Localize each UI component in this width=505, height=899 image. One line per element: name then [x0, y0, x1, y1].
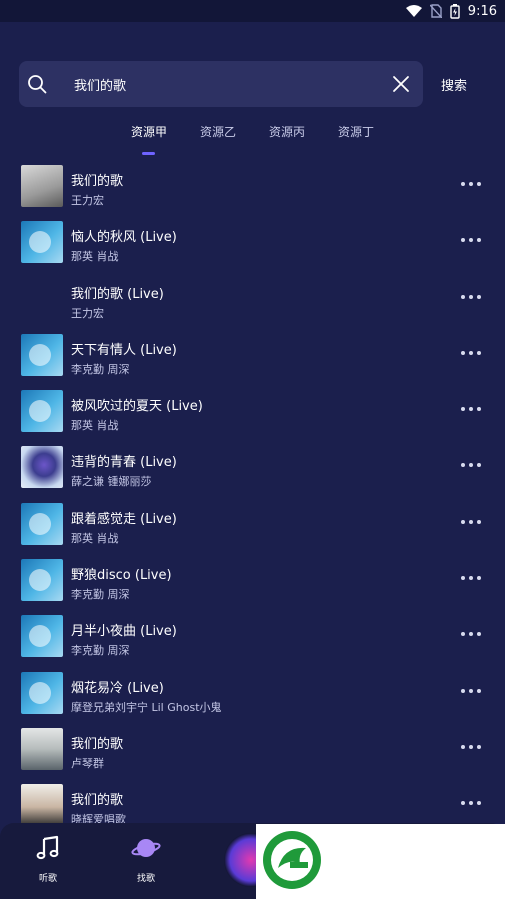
song-row[interactable]: 野狼disco (Live) 李克勤 周深: [0, 558, 505, 614]
album-cover: [21, 671, 63, 714]
search-field[interactable]: 我们的歌: [19, 61, 423, 107]
song-row[interactable]: 月半小夜曲 (Live) 李克勤 周深: [0, 614, 505, 670]
song-title: 天下有情人 (Live): [71, 342, 177, 358]
album-cover: [21, 446, 63, 489]
more-options-icon[interactable]: [461, 182, 481, 188]
song-title: 野狼disco (Live): [71, 568, 172, 584]
status-bar: 9:16: [0, 0, 505, 22]
nav-listen-label: 听歌: [38, 874, 57, 884]
song-artist: 王力宏: [71, 194, 104, 207]
song-title: 我们的歌: [71, 174, 124, 189]
more-options-icon[interactable]: [461, 576, 481, 582]
nav-listen[interactable]: 听歌: [18, 835, 78, 884]
tab-source-b[interactable]: 资源乙: [200, 123, 269, 140]
song-row[interactable]: 被风吹过的夏天 (Live) 那英 肖战: [0, 389, 505, 445]
song-artist: 李克勤 周深: [71, 644, 130, 658]
more-options-icon[interactable]: [461, 350, 481, 357]
more-options-icon[interactable]: [461, 519, 481, 526]
nav-find-label: 找歌: [136, 874, 155, 884]
tab-source-c[interactable]: 资源丙: [269, 123, 338, 140]
album-cover: [21, 333, 63, 376]
battery-icon: [450, 3, 460, 19]
album-cover: [21, 165, 63, 207]
album-cover: [21, 502, 63, 545]
album-cover: [21, 784, 63, 827]
search-input[interactable]: 我们的歌: [74, 75, 126, 94]
album-cover: [21, 278, 63, 320]
album-cover: [21, 221, 63, 264]
song-artist: 那英 肖战: [71, 419, 119, 433]
album-cover: [21, 559, 63, 602]
song-row[interactable]: 我们的歌 (Live) 王力宏: [0, 277, 505, 333]
song-artist: 王力宏: [71, 306, 104, 320]
song-artist: 那英 肖战: [71, 531, 119, 545]
album-cover: [21, 727, 63, 770]
song-title: 恼人的秋风 (Live): [71, 230, 177, 246]
more-options-icon[interactable]: [461, 463, 481, 469]
song-title: 跟着感觉走 (Live): [71, 511, 177, 527]
song-title: 违背的青春 (Live): [71, 455, 177, 471]
song-title: 月半小夜曲 (Live): [71, 624, 177, 640]
song-row[interactable]: 我们的歌 卢琴群: [0, 727, 505, 783]
song-artist: 卢琴群: [71, 756, 104, 770]
song-row[interactable]: 恼人的秋风 (Live) 那英 肖战: [0, 220, 505, 276]
song-title: 被风吹过的夏天 (Live): [71, 399, 203, 415]
more-options-icon[interactable]: [461, 801, 481, 807]
album-cover: [21, 615, 63, 658]
more-options-icon[interactable]: [461, 407, 481, 413]
song-artist: 那英 肖战: [71, 250, 119, 264]
more-options-icon[interactable]: [461, 744, 481, 751]
search-button[interactable]: 搜索: [441, 75, 467, 94]
song-title: 我们的歌: [71, 793, 124, 809]
song-row[interactable]: 违背的青春 (Live) 薛之谦 锺娜丽莎: [0, 445, 505, 501]
song-row[interactable]: 天下有情人 (Live) 李克勤 周深: [0, 333, 505, 389]
song-list: 我们的歌 王力宏 恼人的秋风 (Live) 那英 肖战 我们的歌 (Live) …: [0, 164, 505, 840]
song-row[interactable]: 我们的歌 王力宏: [0, 164, 505, 220]
more-options-icon[interactable]: [461, 294, 481, 301]
status-time: 9:16: [467, 3, 497, 19]
song-title: 烟花易冷 (Live): [71, 680, 164, 696]
song-artist: 李克勤 周深: [71, 362, 130, 376]
more-options-icon[interactable]: [461, 238, 481, 244]
song-row[interactable]: 烟花易冷 (Live) 摩登兄弟刘宇宁 Lil Ghost小鬼: [0, 671, 505, 727]
logo-overlay: [256, 824, 505, 899]
more-options-icon[interactable]: [461, 632, 481, 638]
close-icon[interactable]: [391, 74, 411, 94]
song-title: 我们的歌 (Live): [71, 286, 164, 302]
wifi-icon: [405, 5, 422, 17]
more-options-icon[interactable]: [461, 688, 481, 695]
no-sim-icon: [429, 4, 442, 18]
music-note-icon: [36, 835, 59, 860]
source-tabs: 资源甲 资源乙 资源丙 资源丁: [131, 123, 407, 155]
leaf-logo-icon: [263, 831, 321, 889]
song-row[interactable]: 跟着感觉走 (Live) 那英 肖战: [0, 502, 505, 558]
album-cover: [21, 390, 63, 433]
planet-icon: [131, 839, 161, 857]
tab-source-d[interactable]: 资源丁: [338, 123, 407, 140]
song-artist: 李克勤 周深: [71, 588, 130, 602]
song-artist: 摩登兄弟刘宇宁 Lil Ghost小鬼: [71, 700, 222, 714]
tab-source-a[interactable]: 资源甲: [131, 123, 200, 155]
search-icon: [28, 75, 47, 94]
song-title: 我们的歌: [71, 736, 124, 752]
song-artist: 薛之谦 锺娜丽莎: [71, 475, 152, 489]
nav-find[interactable]: 找歌: [116, 835, 176, 884]
